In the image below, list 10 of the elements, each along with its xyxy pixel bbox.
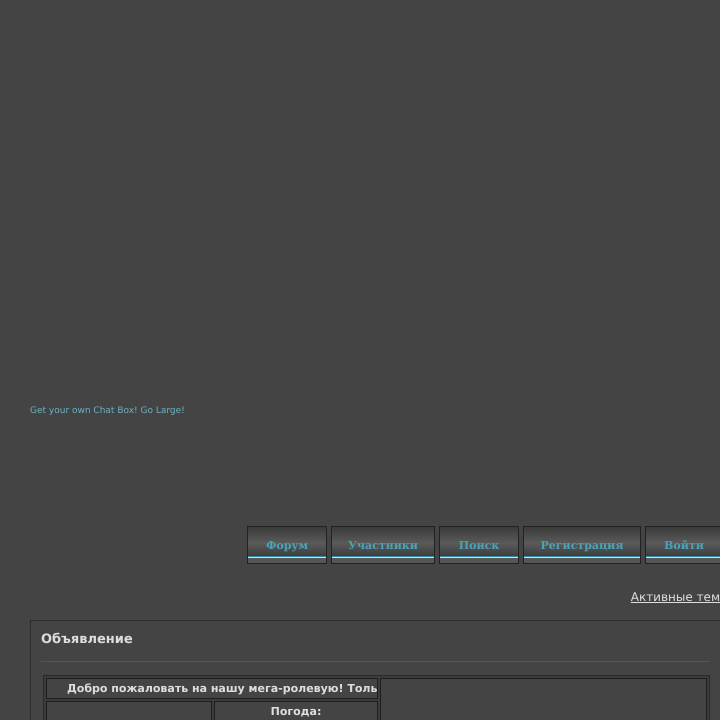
nav-button[interactable]: Участники — [331, 526, 435, 564]
nav-button[interactable]: Поиск — [439, 526, 519, 564]
nav-button[interactable]: Регистрация — [523, 526, 641, 564]
chat-box-link[interactable]: Get your own Chat Box! Go Large! — [30, 405, 720, 417]
welcome-text: Добро пожаловать на нашу мега-ролевую! Толь — [46, 678, 378, 699]
panel-title: Объявление — [41, 631, 134, 648]
nav-button[interactable]: Форум — [247, 526, 327, 564]
active-topics-link[interactable]: Активные тем — [630, 590, 720, 604]
weather-label: Погода: — [270, 705, 322, 718]
nav-button[interactable]: Войти — [645, 526, 720, 564]
